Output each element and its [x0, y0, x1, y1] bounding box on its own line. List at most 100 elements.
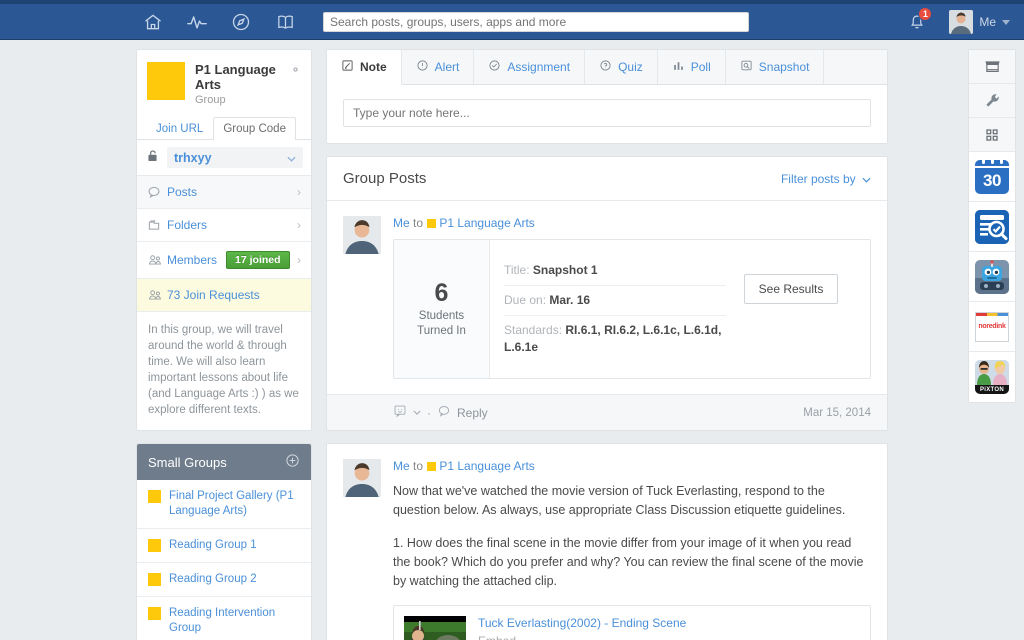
list-item[interactable]: Reading Group 1 — [137, 529, 311, 563]
sidebar-item-members[interactable]: Members 17 joined › — [137, 242, 311, 279]
sidebar-item-join-requests[interactable]: 73 Join Requests — [137, 279, 311, 312]
avatar — [343, 216, 381, 254]
post-to-word: to — [413, 216, 423, 230]
page-body: P1 Language Arts Group Join URL Group Co… — [0, 41, 1024, 640]
chevron-down-icon — [1002, 20, 1010, 25]
group-posts-header: Group Posts Filter posts by — [327, 157, 887, 201]
list-item[interactable]: Reading Intervention Group — [137, 597, 311, 640]
field-key: Title: — [504, 263, 530, 277]
snapshot-action-wrap: See Results — [726, 256, 856, 362]
post-meta: Me to P1 Language Arts — [393, 216, 871, 230]
apps-grid-icon[interactable] — [969, 118, 1015, 152]
post-actions: · Reply — [393, 404, 488, 421]
reply-button[interactable]: Reply — [457, 406, 488, 420]
avatar — [949, 10, 973, 34]
user-menu-button[interactable]: Me — [941, 10, 1024, 34]
group-color-swatch — [148, 573, 161, 586]
add-small-group-button[interactable] — [285, 453, 300, 471]
pixton-tile: PiXTON — [975, 360, 1009, 394]
filter-label: Filter posts by — [781, 172, 856, 186]
folder-icon — [147, 218, 167, 232]
list-item[interactable]: Final Project Gallery (P1 Language Arts) — [137, 480, 311, 529]
activity-icon[interactable] — [175, 4, 219, 40]
tab-alert[interactable]: Alert — [402, 50, 475, 84]
small-group-label: Reading Intervention Group — [169, 606, 300, 636]
sidebar-item-posts[interactable]: Posts › — [137, 176, 311, 209]
home-icon[interactable] — [131, 4, 175, 40]
post-target-link[interactable]: P1 Language Arts — [439, 216, 534, 230]
snapshot-field-title: Title: Snapshot 1 — [504, 256, 726, 286]
snapshot-card: 6 Students Turned In Title: — [393, 239, 871, 379]
group-card: P1 Language Arts Group Join URL Group Co… — [136, 49, 312, 431]
reply-icon[interactable] — [437, 404, 451, 421]
robot-game-app-icon[interactable] — [969, 252, 1015, 302]
nav-left-spacer — [0, 4, 131, 39]
small-groups-card: Small Groups Final Project Gallery (P1 L… — [136, 443, 312, 640]
note-icon — [341, 59, 354, 75]
note-input[interactable] — [343, 99, 871, 127]
tab-snapshot[interactable]: Snapshot — [726, 50, 825, 84]
search-input[interactable] — [323, 12, 749, 32]
gear-icon[interactable] — [289, 63, 302, 79]
top-navigation-bar: 1 Me — [0, 4, 1024, 40]
snapshot-count-panel: 6 Students Turned In — [394, 240, 490, 378]
wrench-icon[interactable] — [969, 84, 1015, 118]
tab-label: Alert — [435, 60, 460, 74]
filter-posts-dropdown[interactable]: Filter posts by — [781, 172, 871, 186]
pixton-app-icon[interactable]: PiXTON — [969, 352, 1015, 402]
small-groups-header: Small Groups — [137, 444, 311, 480]
tab-poll[interactable]: Poll — [658, 50, 726, 84]
alert-icon — [416, 59, 429, 75]
nav-right-group: 1 Me — [893, 4, 1024, 40]
sidebar-item-folders[interactable]: Folders › — [137, 209, 311, 242]
page-title: P1 Language Arts — [195, 62, 280, 92]
user-label: Me — [979, 15, 996, 29]
tab-note[interactable]: Note — [327, 50, 402, 85]
group-color-swatch — [148, 490, 161, 503]
chevron-right-icon: › — [297, 218, 301, 232]
attachment-title[interactable]: Tuck Everlasting(2002) - Ending Scene — [478, 616, 686, 630]
sidebar-item-label: 73 Join Requests — [167, 288, 260, 302]
calendar-app-icon[interactable]: 30 — [969, 152, 1015, 202]
post-snapshot: Me to P1 Language Arts 6 Students Turned… — [327, 201, 887, 379]
pixton-label: PiXTON — [975, 385, 1009, 394]
group-code-value[interactable]: trhxyy — [167, 147, 303, 168]
chevron-right-icon: › — [297, 253, 301, 267]
post-target-link[interactable]: P1 Language Arts — [439, 459, 534, 473]
post-text: Now that we've watched the movie version… — [393, 482, 871, 591]
members-icon — [147, 288, 167, 302]
tab-group-code[interactable]: Group Code — [213, 117, 296, 140]
post-author-link[interactable]: Me — [393, 459, 410, 473]
store-icon[interactable] — [969, 50, 1015, 84]
quiz-search-app-icon[interactable] — [969, 202, 1015, 252]
tab-quiz[interactable]: Quiz — [585, 50, 658, 84]
reaction-icon[interactable] — [393, 404, 407, 421]
post-author-link[interactable]: Me — [393, 216, 410, 230]
post-to-word: to — [413, 459, 423, 473]
small-groups-title: Small Groups — [148, 455, 227, 470]
sidebar-item-label: Folders — [167, 218, 207, 232]
group-description: In this group, we will travel around the… — [137, 312, 311, 430]
left-sidebar: P1 Language Arts Group Join URL Group Co… — [136, 49, 312, 640]
post-composer: Note Alert Assignment — [326, 49, 888, 144]
post-footer: · Reply Mar 15, 2014 — [327, 394, 887, 430]
field-value: Snapshot 1 — [533, 263, 598, 277]
field-value: Mar. 16 — [549, 293, 590, 307]
noredink-app-icon[interactable]: noredink — [969, 302, 1015, 352]
noredink-color-bar — [976, 313, 1008, 316]
post-attachment[interactable]: Tuck Everlasting(2002) - Ending Scene Em… — [393, 605, 871, 640]
avatar — [343, 459, 381, 497]
tab-assignment[interactable]: Assignment — [474, 50, 585, 84]
group-color-swatch — [427, 462, 436, 471]
list-item[interactable]: Reading Group 2 — [137, 563, 311, 597]
group-code-tabs: Join URL Group Code — [137, 116, 311, 140]
notifications-button[interactable]: 1 — [893, 4, 941, 40]
see-results-button[interactable]: See Results — [744, 274, 839, 304]
dot-separator: · — [427, 406, 431, 420]
post-row: Me to P1 Language Arts Now that we've wa… — [327, 444, 887, 640]
tab-join-url[interactable]: Join URL — [146, 117, 213, 140]
chevron-down-icon[interactable] — [413, 410, 421, 415]
field-key: Due on: — [504, 293, 546, 307]
book-icon[interactable] — [263, 4, 307, 40]
compass-icon[interactable] — [219, 4, 263, 40]
